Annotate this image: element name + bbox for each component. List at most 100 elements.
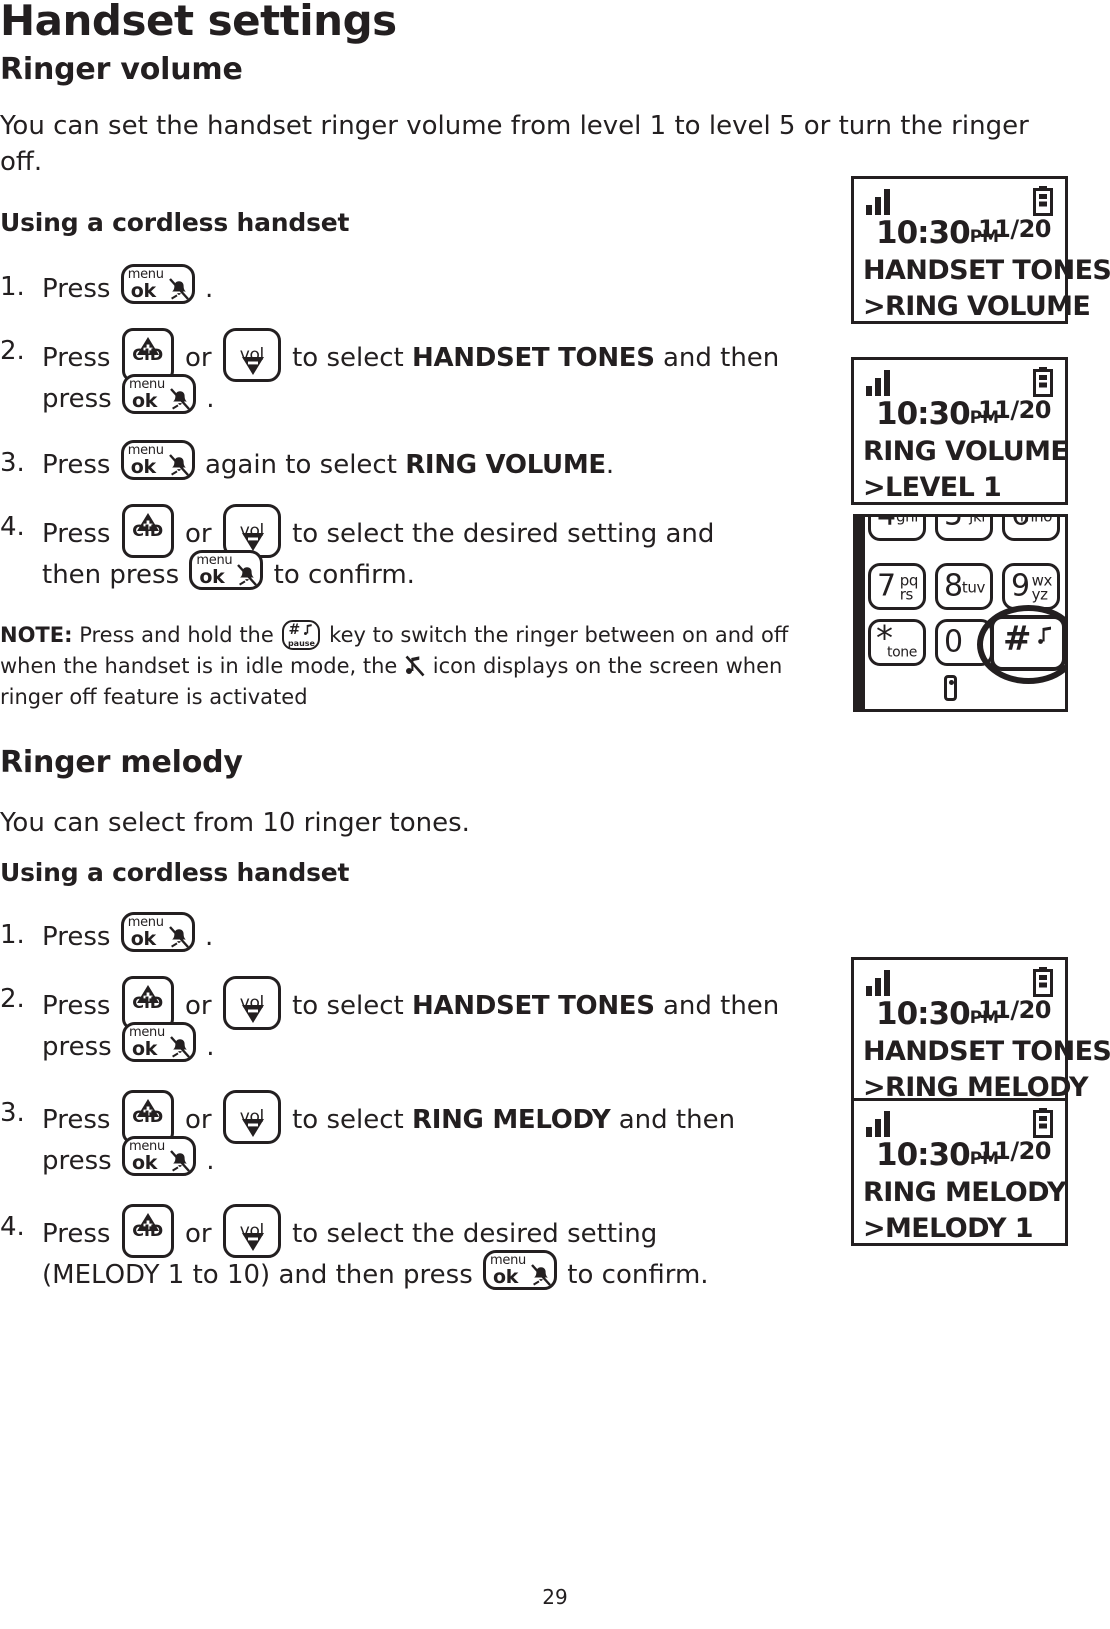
lcd-time-value: 10:30 <box>876 215 971 251</box>
vol-key-icon: vol <box>222 976 281 1030</box>
music-note-icon <box>304 624 313 635</box>
step-text: press <box>42 1032 112 1062</box>
keypad-letters: pq rs <box>899 571 919 604</box>
lcd-date: 11/20 <box>977 1137 1052 1165</box>
step-item: 1. Press menu ok . <box>0 264 213 312</box>
keypad-key-5[interactable]: 5 jkl <box>935 514 993 541</box>
triangle-down-minus-icon <box>241 357 264 375</box>
step-item: 3. Press menu ok again to select RING VO… <box>0 440 614 488</box>
keypad-digit: 4 <box>877 514 896 533</box>
ringer-off-bell-icon <box>168 454 189 476</box>
menu-ok-key-icon: menu ok <box>120 440 195 480</box>
menu-ok-key-icon: menu ok <box>120 912 195 952</box>
keypad-digit: 5 <box>944 514 963 533</box>
menu-ok-key-line2: ok <box>131 1152 158 1174</box>
signal-bars-icon <box>866 370 890 396</box>
menu-ok-key-icon: menu ok <box>189 550 264 590</box>
keypad-key-6[interactable]: 6 mno <box>1002 514 1060 541</box>
step-text: press <box>42 384 112 414</box>
step-text: (MELODY 1 to 10) and then press <box>42 1260 473 1290</box>
battery-icon <box>1033 1108 1053 1138</box>
step-text: then press <box>42 560 180 590</box>
keypad-key-9[interactable]: 9 wx yz <box>1002 563 1060 610</box>
menu-ok-key-line2: ok <box>130 456 156 478</box>
subheading-using-cordless-handset-1: Using a cordless handset <box>0 208 350 237</box>
battery-icon <box>1033 186 1053 216</box>
step-text: to confirm. <box>273 560 415 590</box>
lcd-time-value: 10:30 <box>876 396 971 432</box>
ringer-off-bell-icon <box>237 564 258 586</box>
keypad-key-4[interactable]: 4 ghi <box>868 514 926 541</box>
menu-ok-key-line2: ok <box>130 928 156 950</box>
note-block: NOTE: Press and hold the # pause key to … <box>0 620 840 713</box>
section-heading-ringer-melody: Ringer melody <box>0 745 243 780</box>
step-text-bold: RING MELODY <box>412 1105 611 1135</box>
lcd-time-value: 10:30 <box>876 1137 971 1173</box>
step-text: and then <box>662 991 780 1021</box>
keypad-digit: 8 <box>944 567 963 603</box>
keypad-digit: 0 <box>944 623 963 659</box>
step-text: to confirm. <box>567 1260 709 1290</box>
step-text-or: or <box>184 1219 212 1249</box>
menu-ok-key-line2: ok <box>493 1266 519 1288</box>
microphone-nub <box>944 675 957 701</box>
signal-bars-icon <box>866 970 890 996</box>
keypad-digit: 7 <box>877 567 896 603</box>
ringer-off-bell-icon <box>170 388 190 410</box>
step-number: 3. <box>0 448 25 478</box>
step-text: Press <box>42 1105 111 1135</box>
step-number: 1. <box>0 272 25 302</box>
menu-ok-key-line2: ok <box>131 1038 158 1060</box>
step-text: again to select <box>204 450 397 480</box>
menu-ok-key-icon: menu ok <box>120 264 195 304</box>
step-text: Press <box>42 1219 111 1249</box>
section-intro-ringer-volume: You can set the handset ringer volume fr… <box>0 111 1029 177</box>
step-text: Press <box>42 519 111 549</box>
vol-key-icon: vol <box>222 1090 281 1144</box>
menu-ok-key-icon: menu ok <box>121 1022 196 1062</box>
keypad-key-8[interactable]: 8 tuv <box>935 563 993 610</box>
lcd-line-1: RING MELODY <box>863 1177 1067 1208</box>
keypad-letters: mno <box>1019 514 1053 526</box>
signal-bars-icon <box>866 1111 890 1137</box>
hash-pause-key-icon: # pause <box>282 620 321 650</box>
ringer-off-bell-icon <box>168 926 189 948</box>
step-text: Press <box>42 343 111 373</box>
step-text: Press <box>42 450 111 480</box>
lcd-screen-ring-volume-menu: 10:30PM 11/20 HANDSET TONES >RING VOLUME <box>851 176 1110 324</box>
step-item: 1. Press menu ok . <box>0 912 213 960</box>
step-text: to select the desired setting <box>292 1219 658 1249</box>
battery-icon <box>1033 367 1053 397</box>
ringer-off-bell-icon <box>168 278 189 300</box>
step-text-end: . <box>605 450 615 480</box>
keypad-key-7[interactable]: 7 pq rs <box>868 563 926 610</box>
keypad-letters: ghi <box>896 514 918 526</box>
menu-ok-key-line2: ok <box>131 390 158 412</box>
step-text: and then <box>618 1105 736 1135</box>
section-heading-ringer-volume: Ringer volume <box>0 52 243 87</box>
keypad-key-star[interactable]: * tone <box>868 619 926 666</box>
step-number: 4. <box>0 512 25 542</box>
step-text-end: . <box>206 1032 215 1062</box>
keypad-letters: tuv <box>961 577 985 596</box>
step-text: to select <box>292 1105 404 1135</box>
cid-key-label: CID <box>132 1221 164 1240</box>
lcd-line-1: RING VOLUME <box>863 436 1069 467</box>
step-text-end: . <box>204 274 214 304</box>
lcd-time-value: 10:30 <box>876 996 971 1032</box>
step-text: to select <box>292 343 404 373</box>
lcd-line-1: HANDSET TONES <box>863 1036 1110 1067</box>
ringer-off-bell-icon <box>170 1150 190 1172</box>
menu-ok-key-line2: ok <box>130 280 156 302</box>
manual-page: Handset settings Ringer volume You can s… <box>0 0 1110 1629</box>
step-continuation: press menu ok . <box>42 1022 215 1070</box>
menu-ok-key-icon: menu ok <box>483 1250 558 1290</box>
menu-ok-key-line2: ok <box>199 566 225 588</box>
step-text: Press <box>42 922 111 952</box>
step-continuation: press menu ok . <box>42 1136 215 1184</box>
step-text-end: . <box>206 384 215 414</box>
step-text: and then <box>662 343 780 373</box>
highlight-oval-hash-key <box>977 605 1065 684</box>
step-text-end: . <box>204 922 214 952</box>
step-text: to select the desired setting and <box>292 519 715 549</box>
